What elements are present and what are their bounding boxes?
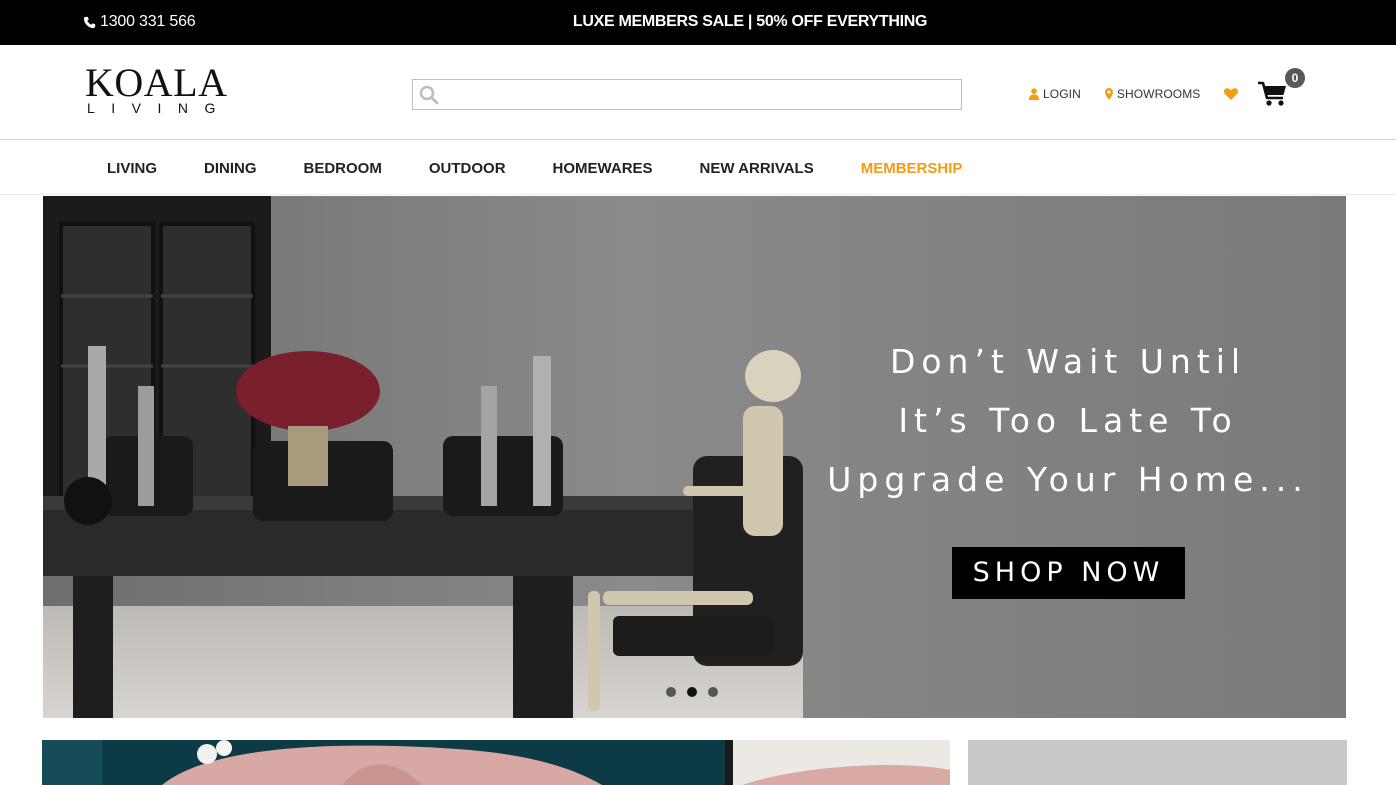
search-icon[interactable]	[419, 85, 439, 105]
hero-banner[interactable]: Don’t Wait Until It’s Too Late To Upgrad…	[43, 196, 1346, 718]
shop-now-button[interactable]: SHOP NOW	[952, 547, 1185, 599]
shopping-cart-icon	[1258, 81, 1286, 106]
map-marker-icon	[1104, 88, 1113, 100]
nav-item-homewares[interactable]: HOMEWARES	[553, 160, 653, 177]
showrooms-label: SHOWROOMS	[1116, 87, 1201, 101]
heart-icon	[1224, 88, 1239, 100]
nav-item-bedroom[interactable]: BEDROOM	[304, 160, 382, 177]
cart-button[interactable]: 0	[1258, 68, 1305, 119]
search-box	[412, 79, 962, 110]
cart-count-badge: 0	[1285, 68, 1305, 88]
hero-headline-line-1: Don’t Wait Until	[889, 342, 1247, 381]
carousel-dots	[666, 687, 718, 697]
site-header: KOALA LIVING LOGIN SHOWROOMS 0	[0, 45, 1396, 140]
search-input[interactable]	[443, 80, 958, 109]
nav-item-dining[interactable]: DINING	[204, 160, 257, 177]
nav-item-new-arrivals[interactable]: NEW ARRIVALS	[700, 160, 814, 177]
main-nav: LIVING DINING BEDROOM OUTDOOR HOMEWARES …	[0, 141, 1396, 195]
nav-item-living[interactable]: LIVING	[107, 160, 157, 177]
logo[interactable]: KOALA LIVING	[85, 60, 232, 118]
promo-tile-1-image	[42, 740, 950, 785]
hero-headline-line-3: Upgrade Your Home...	[827, 460, 1309, 499]
carousel-dot-1[interactable]	[666, 687, 676, 697]
hero-headline-line-2: It’s Too Late To	[898, 401, 1238, 440]
nav-item-outdoor[interactable]: OUTDOOR	[429, 160, 506, 177]
promo-banner-text[interactable]: LUXE MEMBERS SALE | 50% OFF EVERYTHING	[0, 13, 1396, 31]
header-links: LOGIN SHOWROOMS	[1029, 87, 1239, 101]
carousel-dot-3[interactable]	[708, 687, 718, 697]
carousel-dot-2[interactable]	[687, 687, 697, 697]
login-label: LOGIN	[1043, 87, 1081, 101]
logo-brand: KOALA	[85, 60, 228, 105]
logo-subtitle: LIVING	[87, 100, 232, 116]
hero-headline: Don’t Wait Until It’s Too Late To Upgrad…	[813, 332, 1323, 509]
promo-tile-2[interactable]	[968, 740, 1347, 785]
login-link[interactable]: LOGIN	[1029, 87, 1081, 101]
wishlist-link[interactable]	[1224, 88, 1239, 100]
announcement-bar: 1300 331 566 LUXE MEMBERS SALE | 50% OFF…	[0, 0, 1396, 45]
showrooms-link[interactable]: SHOWROOMS	[1104, 87, 1201, 101]
promo-tile-1[interactable]	[42, 740, 950, 785]
nav-item-membership[interactable]: MEMBERSHIP	[861, 160, 963, 177]
user-icon	[1029, 88, 1039, 100]
